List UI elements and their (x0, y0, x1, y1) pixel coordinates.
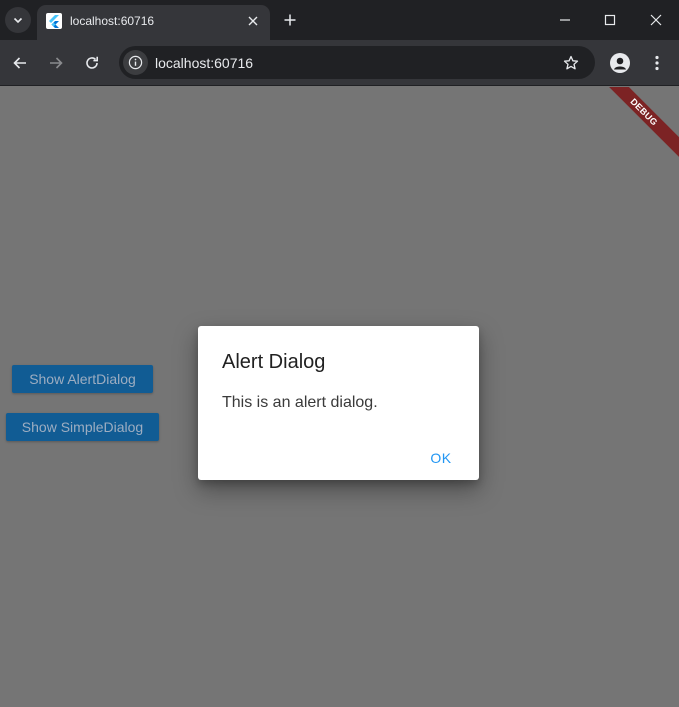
debug-banner: DEBUG (586, 87, 679, 170)
back-button[interactable] (9, 52, 31, 74)
profile-button[interactable] (610, 53, 630, 73)
alert-dialog: Alert Dialog This is an alert dialog. OK (198, 326, 479, 480)
browser-toolbar: localhost:60716 (0, 40, 679, 86)
tab-search-button[interactable] (5, 7, 31, 33)
new-tab-button[interactable] (280, 10, 300, 30)
show-simple-dialog-label: Show SimpleDialog (21, 419, 144, 435)
arrow-right-icon (50, 57, 63, 69)
close-tab-button[interactable] (244, 12, 262, 30)
profile-icon (614, 57, 626, 70)
bookmark-button[interactable] (561, 53, 581, 73)
show-alert-dialog-label: Show AlertDialog (29, 371, 136, 387)
info-icon (128, 55, 143, 70)
site-info-button[interactable] (123, 50, 148, 75)
minimize-button[interactable] (555, 10, 575, 30)
app-viewport: DEBUG Show AlertDialog Show SimpleDialog… (0, 87, 679, 707)
address-bar[interactable]: localhost:60716 (119, 46, 595, 79)
maximize-icon (604, 14, 616, 26)
url-text[interactable]: localhost:60716 (155, 55, 253, 71)
debug-banner-label: DEBUG (628, 96, 660, 128)
browser-menu-button[interactable] (647, 53, 667, 73)
browser-tab[interactable]: localhost:60716 (37, 5, 270, 40)
window-close-button[interactable] (646, 10, 666, 30)
more-vert-icon (655, 55, 659, 71)
show-simple-dialog-button[interactable]: Show SimpleDialog (6, 413, 159, 441)
tab-strip: localhost:60716 (0, 0, 679, 40)
tab-title: localhost:60716 (70, 14, 155, 28)
reload-button[interactable] (81, 52, 103, 74)
arrow-left-icon (13, 57, 26, 69)
ok-button[interactable]: OK (420, 440, 462, 476)
flutter-icon (46, 13, 62, 29)
close-icon (248, 16, 258, 26)
close-icon (650, 14, 662, 26)
ok-button-label: OK (430, 450, 452, 466)
show-alert-dialog-button[interactable]: Show AlertDialog (12, 365, 153, 393)
minimize-icon (560, 19, 570, 21)
forward-button[interactable] (45, 52, 67, 74)
reload-icon (86, 56, 98, 69)
dialog-title: Alert Dialog (222, 351, 326, 373)
maximize-button[interactable] (600, 10, 620, 30)
star-icon (563, 55, 579, 70)
chevron-down-icon (13, 17, 23, 24)
plus-icon (284, 14, 296, 26)
dialog-content: This is an alert dialog. (222, 394, 378, 411)
